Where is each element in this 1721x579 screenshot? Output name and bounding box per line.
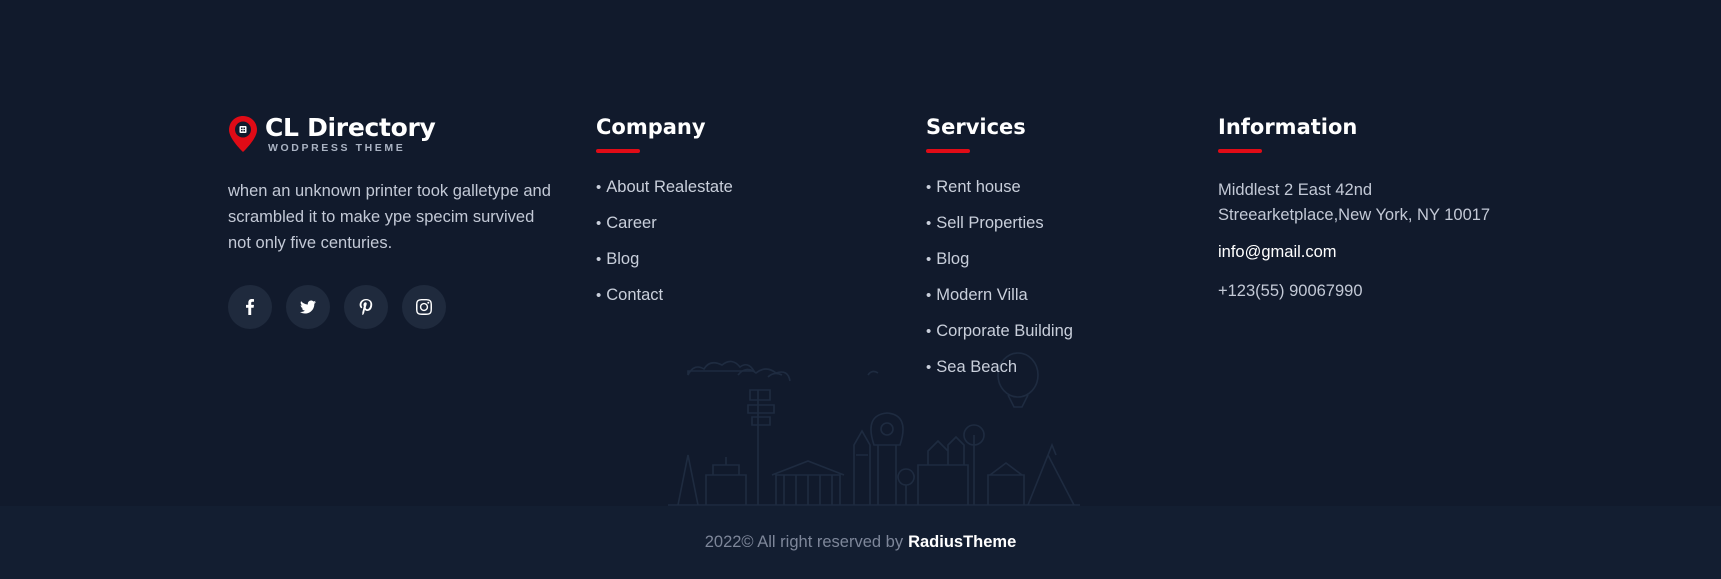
title-underline: [926, 149, 970, 153]
company-link[interactable]: • Blog: [596, 249, 876, 285]
copyright-text: 2022© All right reserved by: [704, 533, 904, 551]
bullet-icon: •: [926, 179, 932, 196]
map-pin-logo-icon: [229, 116, 257, 152]
bullet-icon: •: [926, 287, 932, 304]
company-link[interactable]: • Career: [596, 213, 876, 249]
brand-column: CL Directory WODPRESS THEME when an unkn…: [228, 112, 551, 329]
company-link[interactable]: • Contact: [596, 285, 876, 321]
bullet-icon: •: [596, 215, 602, 232]
site-logo[interactable]: CL Directory WODPRESS THEME: [228, 112, 548, 156]
title-underline: [596, 149, 640, 153]
pinterest-button[interactable]: [344, 285, 388, 329]
link-label: About Realestate: [606, 178, 733, 196]
company-title: Company: [596, 115, 706, 139]
services-links: • Rent house • Sell Properties • Blog • Mode…: [926, 177, 1206, 393]
bullet-icon: •: [926, 251, 932, 268]
link-label: Sea Beach: [936, 358, 1017, 376]
social-links: [228, 285, 548, 329]
footer-main: CL Directory WODPRESS THEME when an unkn…: [0, 0, 1721, 506]
logo-subtitle: WODPRESS THEME: [268, 142, 406, 154]
phone-number: +123(55) 90067990: [1218, 282, 1363, 300]
company-column: Company • About Realestate • Career • Blog …: [596, 112, 876, 321]
address-line-1: Middlest 2 East 42nd: [1218, 181, 1373, 199]
pinterest-icon: [359, 299, 373, 315]
link-label: Modern Villa: [936, 286, 1028, 304]
bullet-icon: •: [596, 287, 602, 304]
twitter-icon: [300, 300, 316, 314]
facebook-button[interactable]: [228, 285, 272, 329]
address: Middlest 2 East 42nd Streearketplace,New…: [1218, 178, 1558, 228]
company-links: • About Realestate • Career • Blog • Contact: [596, 177, 876, 321]
services-link[interactable]: • Sell Properties: [926, 213, 1206, 249]
services-link[interactable]: • Modern Villa: [926, 285, 1206, 321]
instagram-button[interactable]: [402, 285, 446, 329]
services-column: Services • Rent house • Sell Properties • B…: [926, 112, 1206, 393]
bullet-icon: •: [926, 359, 932, 376]
services-link[interactable]: • Blog: [926, 249, 1206, 285]
bullet-icon: •: [926, 323, 932, 340]
link-label: Contact: [606, 286, 664, 304]
link-label: Corporate Building: [936, 322, 1073, 340]
services-title: Services: [926, 115, 1026, 139]
address-line-2: Streearketplace,New York, NY 10017: [1218, 206, 1491, 224]
link-label: Sell Properties: [936, 214, 1044, 232]
link-label: Blog: [606, 250, 640, 268]
copyright: 2022© All right reserved by RadiusTheme: [705, 533, 1017, 552]
email-link[interactable]: info@gmail.com: [1218, 242, 1558, 262]
bullet-icon: •: [596, 179, 602, 196]
twitter-button[interactable]: [286, 285, 330, 329]
facebook-icon: [246, 299, 254, 315]
bullet-icon: •: [596, 251, 602, 268]
services-link[interactable]: • Rent house: [926, 177, 1206, 213]
title-underline: [1218, 149, 1262, 153]
link-label: Rent house: [936, 178, 1021, 196]
link-label: Career: [606, 214, 657, 232]
company-link[interactable]: • About Realestate: [596, 177, 876, 213]
link-label: Blog: [936, 250, 970, 268]
instagram-icon: [416, 299, 432, 315]
bullet-icon: •: [926, 215, 932, 232]
logo-title: CL Directory: [265, 113, 436, 142]
about-text: when an unknown printer took galletype a…: [228, 182, 551, 252]
services-link[interactable]: • Sea Beach: [926, 357, 1206, 393]
radiustheme-link[interactable]: RadiusTheme: [908, 533, 1016, 551]
footer-bottom-bar: 2022© All right reserved by RadiusTheme: [0, 506, 1721, 579]
information-title: Information: [1218, 115, 1358, 139]
services-link[interactable]: • Corporate Building: [926, 321, 1206, 357]
information-column: Information Middlest 2 East 42nd Streear…: [1218, 112, 1558, 301]
